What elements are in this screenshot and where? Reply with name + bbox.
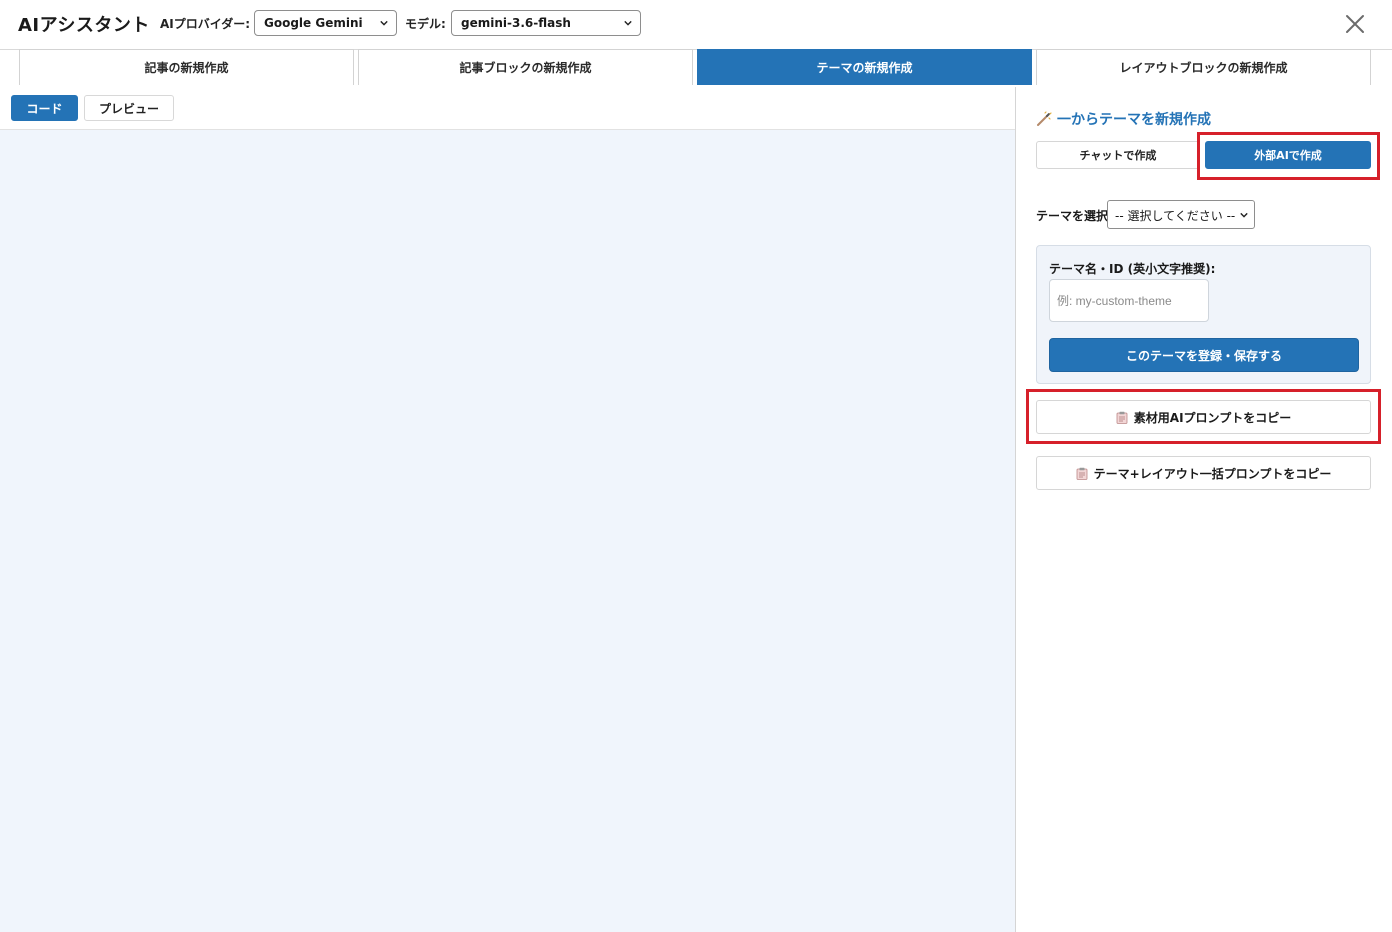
tab-new-theme[interactable]: テーマの新規作成 [697, 49, 1032, 85]
magic-wand-icon [1037, 111, 1052, 126]
clipboard-icon [1076, 467, 1088, 480]
copy-material-prompt-button[interactable]: 素材用AIプロンプトをコピー [1036, 400, 1371, 434]
theme-name-input[interactable] [1049, 279, 1209, 322]
chevron-down-icon [1240, 212, 1248, 218]
theme-select-label: テーマを選択 [1036, 209, 1109, 223]
copy-bulk-prompt-button[interactable]: テーマ+レイアウト一括プロンプトをコピー [1036, 456, 1371, 490]
close-icon[interactable] [1344, 13, 1366, 35]
panel-title: 一からテーマを新規作成 [1036, 109, 1211, 129]
register-save-theme-button[interactable]: このテーマを登録・保存する [1049, 338, 1359, 372]
model-select-value: gemini-3.6-flash [461, 16, 571, 30]
editor-toolbar: コード プレビュー [0, 87, 1015, 130]
provider-select[interactable]: Google Gemini [254, 10, 397, 36]
create-with-external-ai-button[interactable]: 外部AIで作成 [1205, 141, 1371, 169]
model-label: モデル: [405, 17, 446, 31]
copy-material-prompt-label: 素材用AIプロンプトをコピー [1133, 410, 1292, 425]
tab-new-article[interactable]: 記事の新規作成 [19, 49, 354, 85]
main-tabs: 記事の新規作成 記事ブロックの新規作成 テーマの新規作成 レイアウトブロックの新… [0, 49, 1392, 88]
preview-button[interactable]: プレビュー [84, 95, 174, 121]
code-editor-area[interactable] [0, 130, 1015, 932]
theme-name-card: テーマ名・ID (英小文字推奨): このテーマを登録・保存する [1036, 245, 1371, 384]
copy-bulk-prompt-label: テーマ+レイアウト一括プロンプトをコピー [1093, 466, 1332, 481]
panel-title-text: 一からテーマを新規作成 [1057, 112, 1211, 128]
tab-new-layout-block[interactable]: レイアウトブロックの新規作成 [1036, 49, 1371, 85]
chevron-down-icon [624, 20, 632, 26]
theme-creation-panel: 一からテーマを新規作成 チャットで作成 外部AIで作成 テーマを選択 -- 選択… [1016, 87, 1392, 932]
provider-label: AIプロバイダー: [160, 17, 251, 31]
theme-name-label: テーマ名・ID (英小文字推奨): [1049, 262, 1216, 276]
clipboard-icon [1116, 411, 1128, 424]
theme-select-value: -- 選択してください -- [1115, 209, 1236, 223]
code-view-button[interactable]: コード [11, 95, 78, 121]
create-with-chat-button[interactable]: チャットで作成 [1036, 141, 1200, 169]
app-title: AIアシスタント [18, 15, 150, 36]
chevron-down-icon [380, 20, 388, 26]
app-header: AIアシスタント AIプロバイダー: Google Gemini モデル: ge… [0, 0, 1392, 50]
model-select[interactable]: gemini-3.6-flash [451, 10, 641, 36]
provider-select-value: Google Gemini [264, 16, 363, 30]
theme-select[interactable]: -- 選択してください -- [1107, 200, 1255, 229]
editor-pane: コード プレビュー [0, 87, 1016, 932]
tab-new-article-block[interactable]: 記事ブロックの新規作成 [358, 49, 693, 85]
